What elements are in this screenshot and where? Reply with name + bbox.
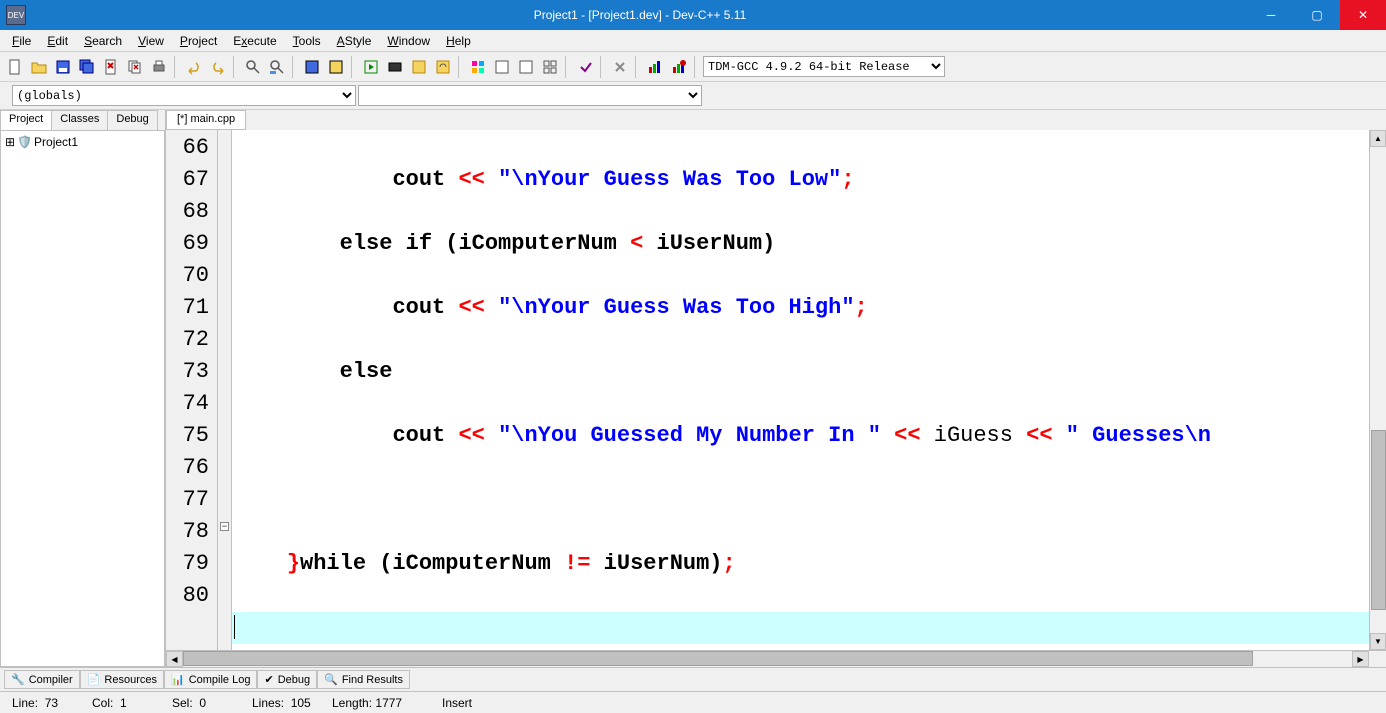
menu-search[interactable]: Search: [76, 32, 130, 50]
editor-tabs: [*] main.cpp: [166, 110, 1386, 130]
fold-marker-icon[interactable]: −: [220, 522, 229, 531]
debug-icon[interactable]: [574, 56, 596, 78]
menu-view[interactable]: View: [130, 32, 172, 50]
menubar: File Edit Search View Project Execute To…: [0, 30, 1386, 52]
menu-edit[interactable]: Edit: [39, 32, 76, 50]
line-gutter: 666768697071727374757677787980: [166, 130, 218, 650]
side-tabs: Project Classes Debug: [0, 110, 165, 130]
delete-profile-icon[interactable]: [668, 56, 690, 78]
bottom-tabs: 🔧Compiler 📄Resources 📊Compile Log ✔Debug…: [0, 667, 1386, 691]
find-results-icon: 🔍: [324, 673, 338, 686]
rebuild-icon[interactable]: [432, 56, 454, 78]
status-length-label: Length:: [332, 696, 372, 710]
menu-astyle[interactable]: AStyle: [329, 32, 380, 50]
tab-debug[interactable]: Debug: [107, 110, 157, 130]
toolbar-main: TDM-GCC 4.9.2 64-bit Release: [0, 52, 1386, 82]
fold-gutter: −: [218, 130, 232, 650]
open-icon[interactable]: [28, 56, 50, 78]
titlebar: DEV Project1 - [Project1.dev] - Dev-C++ …: [0, 0, 1386, 30]
app-icon: DEV: [6, 5, 26, 25]
resources-icon: 📄: [87, 673, 101, 686]
editor-area: [*] main.cpp 666768697071727374757677787…: [166, 110, 1386, 667]
status-lines-label: Lines:: [252, 696, 284, 710]
new-class-icon[interactable]: [467, 56, 489, 78]
compiler-icon: 🔧: [11, 673, 25, 686]
compile-icon[interactable]: [360, 56, 382, 78]
menu-window[interactable]: Window: [379, 32, 438, 50]
sidebar: Project Classes Debug ⊞ 🛡️ Project1: [0, 110, 166, 667]
menu-execute[interactable]: Execute: [225, 32, 284, 50]
hscroll-thumb[interactable]: [183, 651, 1253, 666]
menu-project[interactable]: Project: [172, 32, 225, 50]
close-button[interactable]: ✕: [1340, 0, 1386, 30]
save-icon[interactable]: [52, 56, 74, 78]
scroll-up-icon[interactable]: ▲: [1370, 130, 1386, 147]
shield-icon: 🛡️: [17, 135, 32, 149]
scroll-down-icon[interactable]: ▼: [1370, 633, 1386, 650]
tab-project[interactable]: Project: [0, 110, 52, 130]
scroll-thumb[interactable]: [1371, 430, 1386, 610]
tab-compiler[interactable]: 🔧Compiler: [4, 670, 80, 689]
code-container: 666768697071727374757677787980 − cout <<…: [166, 130, 1386, 650]
project-label: Project1: [34, 135, 78, 149]
status-col-value: 1: [120, 696, 127, 710]
member-select[interactable]: [358, 85, 702, 106]
print-icon[interactable]: [148, 56, 170, 78]
tree-node-project[interactable]: ⊞ 🛡️ Project1: [5, 135, 160, 149]
log-icon: 📊: [171, 673, 185, 686]
toggle-bookmark-icon[interactable]: [301, 56, 323, 78]
scope-select[interactable]: (globals): [12, 85, 356, 106]
menu-tools[interactable]: Tools: [285, 32, 329, 50]
tab-main-cpp[interactable]: [*] main.cpp: [166, 110, 246, 130]
close-file-icon[interactable]: [100, 56, 122, 78]
find-icon[interactable]: [242, 56, 264, 78]
tab-classes[interactable]: Classes: [51, 110, 108, 130]
project-tree[interactable]: ⊞ 🛡️ Project1: [0, 130, 165, 667]
profile-icon[interactable]: [644, 56, 666, 78]
status-line-value: 73: [45, 696, 58, 710]
save-all-icon[interactable]: [76, 56, 98, 78]
redo-icon[interactable]: [207, 56, 229, 78]
status-lines-value: 105: [291, 696, 311, 710]
main-area: Project Classes Debug ⊞ 🛡️ Project1 [*] …: [0, 110, 1386, 667]
replace-icon[interactable]: [266, 56, 288, 78]
new-file-icon[interactable]: [4, 56, 26, 78]
grid-icon[interactable]: [539, 56, 561, 78]
status-sel-value: 0: [199, 696, 206, 710]
close-all-icon[interactable]: [124, 56, 146, 78]
scroll-left-icon[interactable]: ◀: [166, 651, 183, 667]
goto-bookmark-icon[interactable]: [325, 56, 347, 78]
status-line-label: Line:: [12, 696, 38, 710]
maximize-button[interactable]: ▢: [1294, 0, 1340, 30]
statusbar: Line: 73 Col: 1 Sel: 0 Lines: 105 Length…: [0, 691, 1386, 713]
toggle-icon[interactable]: [515, 56, 537, 78]
compile-run-icon[interactable]: [408, 56, 430, 78]
stop-icon[interactable]: [609, 56, 631, 78]
undo-icon[interactable]: [183, 56, 205, 78]
menu-file[interactable]: File: [4, 32, 39, 50]
status-mode: Insert: [434, 696, 514, 710]
tab-find-results[interactable]: 🔍Find Results: [317, 670, 410, 689]
horizontal-scrollbar[interactable]: ◀ ▶: [166, 650, 1386, 667]
toolbar-secondary: (globals): [0, 82, 1386, 110]
run-icon[interactable]: [384, 56, 406, 78]
insert-icon[interactable]: [491, 56, 513, 78]
minimize-button[interactable]: ─: [1248, 0, 1294, 30]
compiler-select[interactable]: TDM-GCC 4.9.2 64-bit Release: [703, 56, 945, 77]
menu-help[interactable]: Help: [438, 32, 479, 50]
tab-resources[interactable]: 📄Resources: [80, 670, 164, 689]
code-editor[interactable]: cout << "\nYour Guess Was Too Low"; else…: [232, 130, 1369, 650]
tab-debug-bottom[interactable]: ✔Debug: [257, 670, 317, 689]
vertical-scrollbar[interactable]: ▲ ▼: [1369, 130, 1386, 650]
scroll-right-icon[interactable]: ▶: [1352, 651, 1369, 667]
status-length-value: 1777: [375, 696, 402, 710]
debug-check-icon: ✔: [264, 673, 273, 686]
status-sel-label: Sel:: [172, 696, 193, 710]
tab-compile-log[interactable]: 📊Compile Log: [164, 670, 257, 689]
status-col-label: Col:: [92, 696, 113, 710]
expand-icon[interactable]: ⊞: [5, 135, 15, 149]
window-title: Project1 - [Project1.dev] - Dev-C++ 5.11: [32, 8, 1248, 22]
